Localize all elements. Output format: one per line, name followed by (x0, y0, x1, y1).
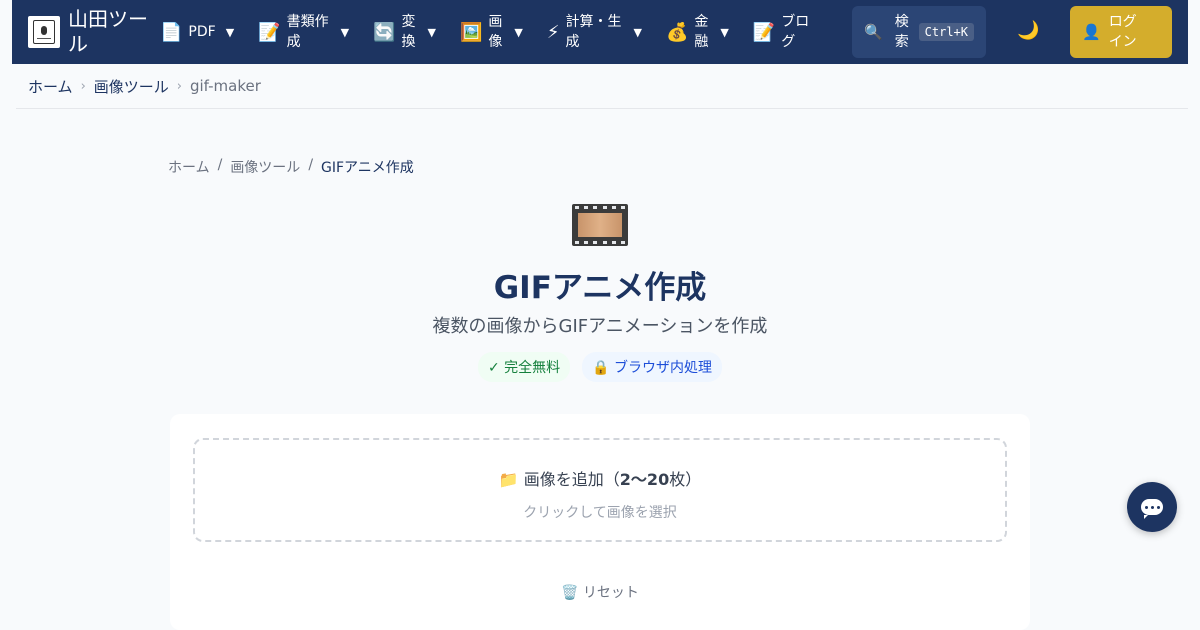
nav-label: 計算・生成 (565, 14, 622, 50)
dark-mode-toggle-icon[interactable]: 🌙 (1017, 20, 1039, 41)
nav-image[interactable]: 🖼️ 画像 ▼ (460, 12, 523, 52)
pdf-icon: 📄 (160, 21, 183, 43)
chevron-down-icon: ▼ (720, 25, 729, 39)
nav-label: 変換 (401, 14, 416, 50)
nav-convert[interactable]: 🔄 変換 ▼ (373, 12, 436, 52)
image-icon: 🖼️ (459, 21, 483, 43)
main-nav: 📄 PDF ▼ 📝 書類作成 ▼ 🔄 変換 ▼ 🖼️ 画像 ▼ ⚡ 計算・生成 … (160, 12, 835, 52)
nav-finance[interactable]: 💰 金融 ▼ (666, 12, 729, 52)
chevron-down-icon: ▼ (633, 25, 642, 39)
feature-badges: ✓ 完全無料 🔒 ブラウザ内処理 (0, 352, 1200, 382)
image-count-range: 2〜20 (619, 470, 670, 489)
nav-calc[interactable]: ⚡ 計算・生成 ▼ (547, 12, 642, 52)
site-name[interactable]: 山田ツール (68, 7, 154, 57)
breadcrumb-home[interactable]: ホーム (28, 76, 73, 97)
chevron-down-icon: ▼ (340, 25, 350, 39)
badge-free: ✓ 完全無料 (477, 352, 571, 382)
site-header: 山田ツール 📄 PDF ▼ 📝 書類作成 ▼ 🔄 変換 ▼ 🖼️ 画像 ▼ ⚡ … (12, 0, 1188, 64)
breadcrumb-separator: › (80, 78, 86, 94)
chat-bubble-icon (1141, 499, 1163, 519)
page-breadcrumb: ホーム / 画像ツール / GIFアニメ作成 (168, 157, 414, 177)
page-title: GIFアニメ作成 (493, 270, 707, 306)
convert-icon: 🔄 (373, 21, 396, 43)
user-icon: 👤 (1082, 23, 1101, 41)
nav-blog[interactable]: 📝 ブログ (753, 12, 811, 52)
breadcrumb-image-tools[interactable]: 画像ツール (94, 76, 169, 97)
nav-label: 画像 (488, 14, 503, 50)
chevron-down-icon: ▼ (225, 25, 235, 39)
page-breadcrumb-image-tools[interactable]: 画像ツール (230, 157, 300, 177)
search-label: 検索 (894, 14, 909, 50)
chevron-down-icon: ▼ (514, 25, 523, 39)
breadcrumb-separator: › (176, 78, 182, 94)
nav-documents[interactable]: 📝 書類作成 ▼ (258, 12, 349, 52)
image-drop-zone[interactable]: 📁 画像を追加（2〜20枚） クリックして画像を選択 (193, 438, 1007, 542)
breadcrumb-current: gif-maker (189, 77, 261, 95)
reset-button[interactable]: 🗑️ リセット (170, 582, 1030, 602)
search-shortcut: Ctrl+K (918, 23, 974, 41)
memo-icon: 📝 (258, 21, 281, 43)
nav-label: ブログ (781, 14, 810, 50)
drop-zone-title: 📁 画像を追加（2〜20枚） (498, 470, 702, 489)
breadcrumb-separator: / (308, 157, 314, 173)
breadcrumb-separator: / (217, 157, 223, 173)
nav-pdf[interactable]: 📄 PDF ▼ (160, 22, 234, 43)
login-label: ログイン (1108, 14, 1137, 50)
nav-label: PDF (188, 24, 216, 40)
logo-icon (33, 20, 55, 44)
drop-zone-hint: クリックして画像を選択 (523, 505, 677, 521)
search-button[interactable]: 🔍 検索 Ctrl+K (852, 6, 986, 58)
memo-icon: 📝 (752, 21, 776, 43)
gif-maker-card: 📁 画像を追加（2〜20枚） クリックして画像を選択 🗑️ リセット (170, 414, 1030, 630)
money-bag-icon: 💰 (665, 21, 689, 43)
search-icon: 🔍 (864, 23, 883, 41)
film-frames-icon (572, 204, 628, 246)
nav-label: 書類作成 (286, 14, 329, 50)
site-logo[interactable] (28, 16, 60, 48)
login-button[interactable]: 👤 ログイン (1070, 6, 1172, 58)
nav-label: 金融 (694, 14, 709, 50)
badge-browser-processing: 🔒 ブラウザ内処理 (582, 352, 723, 382)
chevron-down-icon: ▼ (427, 25, 436, 39)
page-subtitle: 複数の画像からGIFアニメーションを作成 (432, 316, 768, 337)
lightning-icon: ⚡ (546, 21, 560, 43)
page-breadcrumb-current: GIFアニメ作成 (321, 160, 414, 176)
chat-button[interactable] (1127, 482, 1177, 532)
page-breadcrumb-home[interactable]: ホーム (168, 157, 210, 177)
breadcrumb: ホーム › 画像ツール › gif-maker (16, 64, 1188, 109)
